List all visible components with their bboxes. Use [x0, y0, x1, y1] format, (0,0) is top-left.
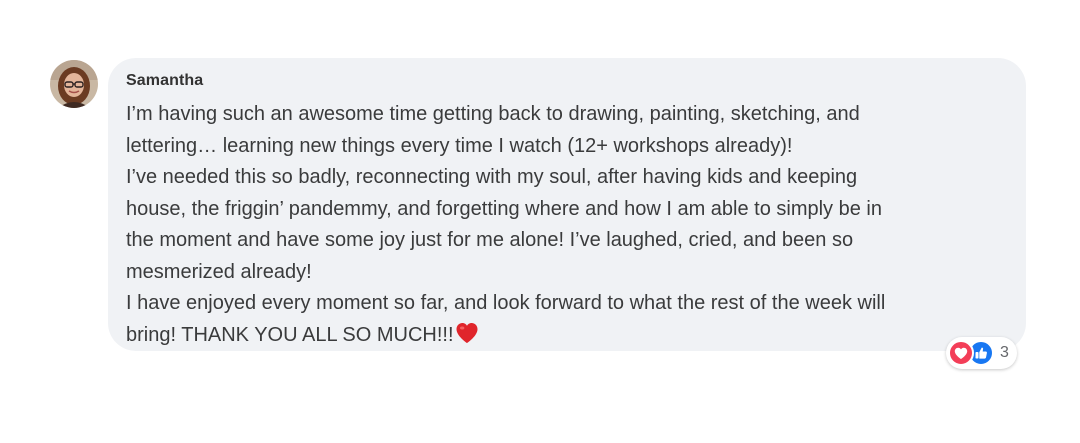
comment-line: bring! THANK YOU ALL SO MUCH!!!: [126, 323, 454, 346]
comment-line: I’ve needed this so badly, reconnecting …: [126, 166, 858, 188]
comment-line: I’m having such an awesome time getting …: [126, 103, 860, 125]
comment-line: house, the friggin’ pandemmy, and forget…: [126, 197, 882, 220]
comment-author[interactable]: Samantha: [126, 71, 1008, 91]
love-reaction-icon: [948, 340, 974, 366]
red-heart-icon: [455, 322, 479, 355]
comment-text: I’m having such an awesome time getting …: [126, 99, 1008, 354]
comment-line-last: bring! THANK YOU ALL SO MUCH!!!: [126, 320, 1008, 355]
comment-line: lettering… learning new things every tim…: [126, 134, 793, 157]
reaction-count: 3: [1000, 344, 1009, 361]
avatar[interactable]: [50, 60, 98, 108]
comment-line: mesmerized already!: [126, 260, 312, 283]
comment-bubble: Samantha I’m having such an awesome time…: [108, 58, 1026, 351]
reactions-summary[interactable]: 3: [946, 337, 1017, 369]
comment-line: the moment and have some joy just for me…: [126, 229, 854, 251]
comment: [50, 60, 98, 108]
comment-line: I have enjoyed every moment so far, and …: [126, 292, 886, 314]
